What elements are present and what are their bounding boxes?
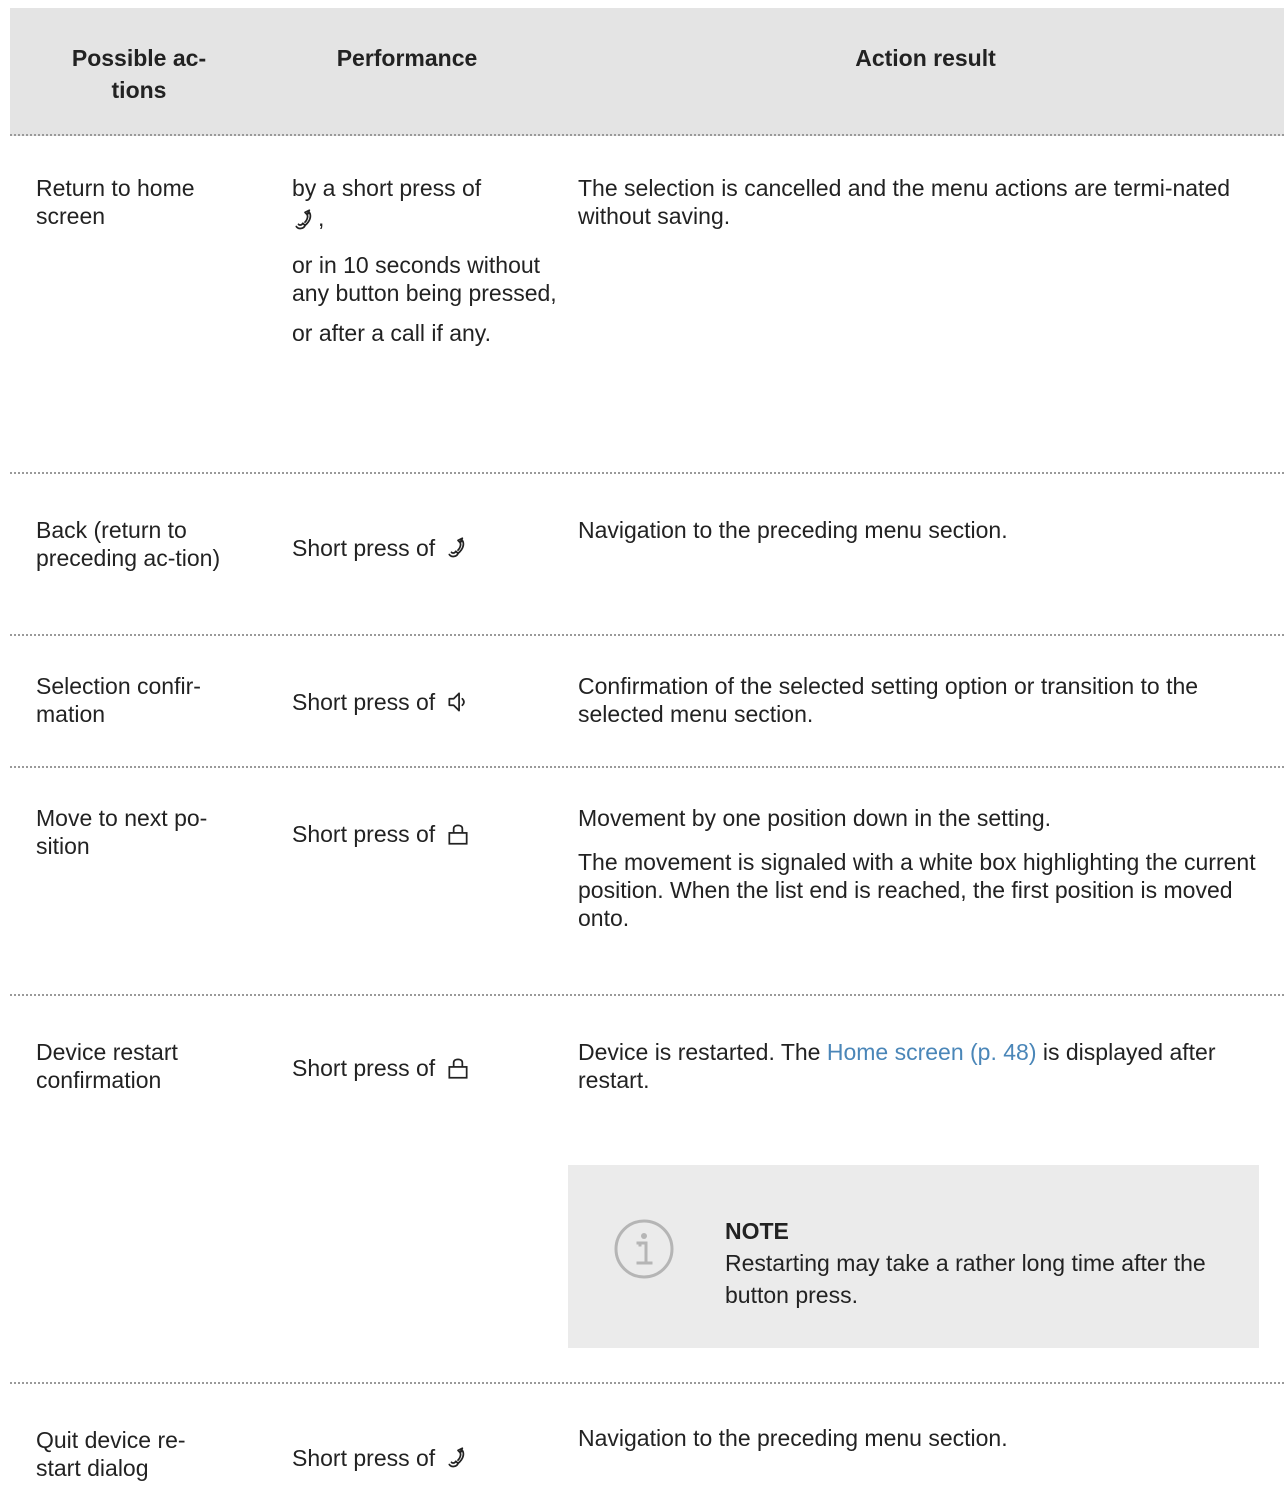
speaker-icon (445, 689, 471, 715)
handset-icon (445, 1445, 471, 1471)
result-text: The selection is cancelled and the menu … (578, 175, 1231, 229)
action-cell: Selection confir-mation (36, 673, 201, 727)
action-cell: Device restart confirmation (36, 1039, 178, 1093)
performance-cell: by a short press of , or in 10 seconds w… (292, 174, 562, 359)
performance-cell: Short press of (292, 688, 562, 716)
action-cell: Quit device re-start dialog (36, 1427, 186, 1481)
result-cell: Navigation to the preceding menu section… (578, 517, 1008, 543)
performance-text: Short press of (292, 821, 436, 847)
action-cell: Return to home screen (36, 175, 195, 229)
lock-icon (445, 821, 471, 847)
performance-cell: Short press of (292, 534, 562, 562)
handset-icon (445, 535, 471, 561)
table-row: Back (return to preceding ac-tion) Short… (10, 474, 1284, 636)
handset-icon (292, 207, 318, 233)
performance-cell: Short press of (292, 1054, 562, 1082)
lock-icon (445, 1055, 471, 1081)
table-header: Possible ac- tions Performance Action re… (10, 8, 1284, 136)
performance-text: Short press of (292, 535, 436, 561)
performance-text: Short press of (292, 1055, 436, 1081)
table-row: Return to home screen by a short press o… (10, 136, 1284, 474)
home-screen-link[interactable]: Home screen (p. 48) (827, 1039, 1037, 1065)
result-cell: Confirmation of the selected setting opt… (578, 673, 1199, 727)
result-cell: Device is restarted. The Home screen (p.… (578, 1038, 1273, 1094)
result-text: The movement is signaled with a white bo… (578, 849, 1256, 931)
header-possible-actions: Possible ac- tions (34, 42, 244, 106)
info-icon (614, 1219, 674, 1279)
result-cell: The selection is cancelled and the menu … (578, 174, 1273, 230)
performance-text: or after a call if any. (292, 319, 491, 346)
performance-text: by a short press of (292, 175, 482, 201)
performance-icon-line: , (292, 204, 562, 233)
result-cell: Navigation to the preceding menu section… (578, 1425, 1008, 1451)
performance-cell: Short press of (292, 1444, 562, 1472)
result-text: Movement by one position down in the set… (578, 805, 1052, 831)
action-cell: Move to next po-sition (36, 805, 208, 859)
note-title: NOTE (725, 1218, 789, 1244)
performance-comma: , (318, 205, 325, 231)
performance-text: Short press of (292, 1445, 436, 1471)
result-text: Device is restarted. The (578, 1039, 827, 1065)
table-row: Selection confir-mation Short press of C… (10, 636, 1284, 768)
note-text: Restarting may take a rather long time a… (725, 1250, 1206, 1308)
header-action-result: Action result (855, 45, 996, 71)
performance-text: or in 10 seconds without any button bein… (292, 251, 557, 306)
result-cell: Movement by one position down in the set… (578, 804, 1273, 932)
note-box: NOTE Restarting may take a rather long t… (568, 1165, 1259, 1348)
header-performance: Performance (336, 45, 478, 71)
action-cell: Back (return to preceding ac-tion) (36, 517, 221, 571)
table-row: Quit device re-start dialog Short press … (10, 1384, 1284, 1504)
performance-cell: Short press of (292, 820, 562, 848)
performance-text: Short press of (292, 689, 436, 715)
table-row: Move to next po-sition Short press of Mo… (10, 768, 1284, 996)
header-col1-text: Possible ac- tions (71, 45, 207, 103)
